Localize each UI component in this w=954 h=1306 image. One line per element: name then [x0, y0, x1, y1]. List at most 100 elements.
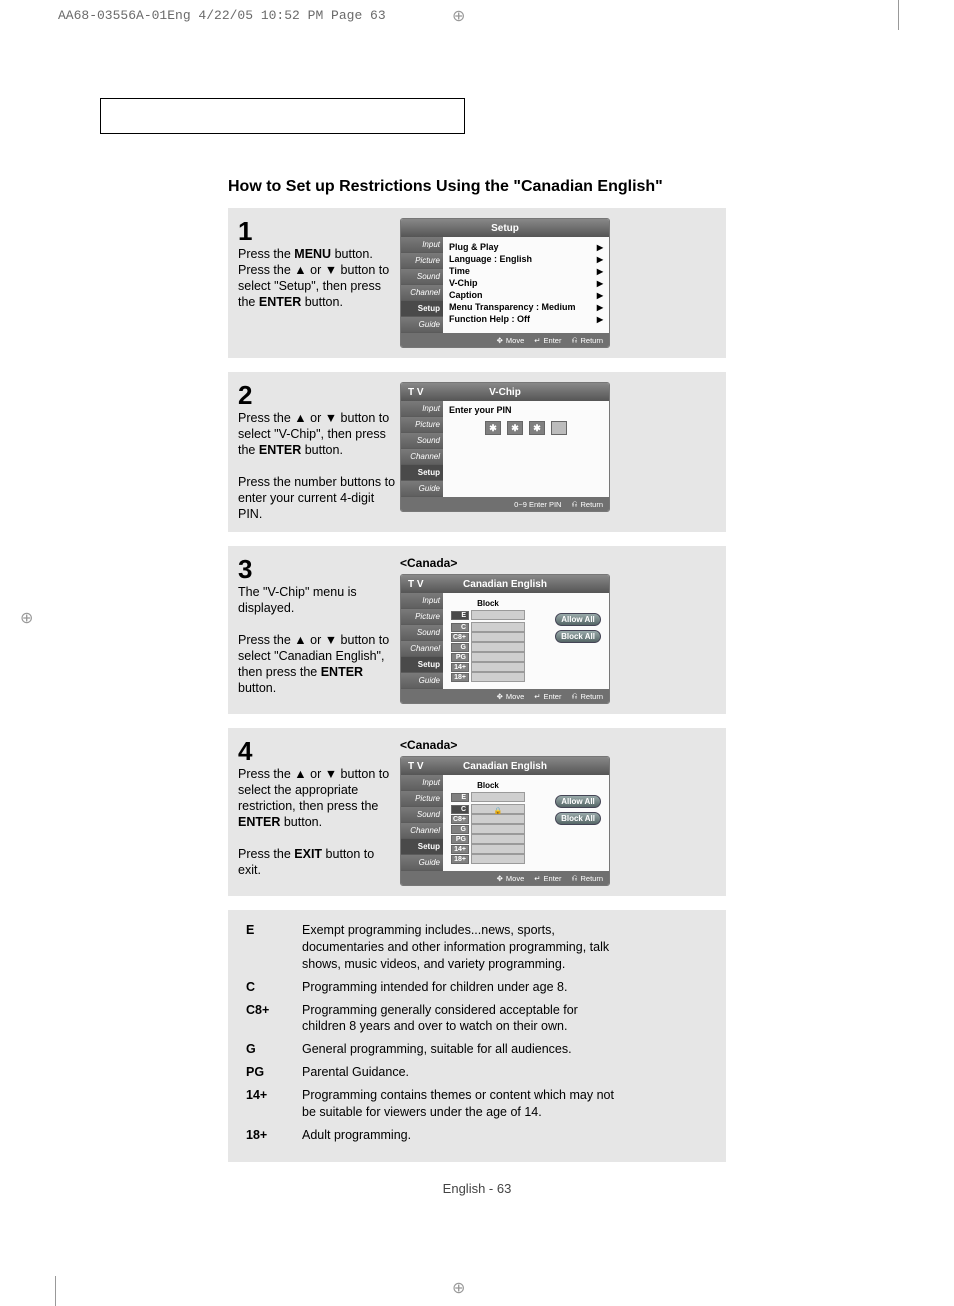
tv-menu-row[interactable]: Plug & Play▶ [449, 241, 603, 253]
tv-body: BlockEC🔒C8+GPG14+18+Allow AllBlock All [443, 775, 609, 871]
rating-label: C8+ [451, 815, 469, 824]
tv-tab-guide[interactable]: Guide [401, 481, 443, 497]
tv-row-label: Function Help : Off [449, 314, 530, 324]
rating-block-cell[interactable] [471, 834, 525, 844]
return-icon: ⎌ [571, 335, 577, 345]
tv-tab-setup[interactable]: Setup [401, 465, 443, 481]
allow-all-button[interactable]: Allow All [555, 795, 601, 808]
tv-footer-hint: ⎌ Return [571, 335, 603, 345]
rating-row-e[interactable]: E [451, 792, 525, 802]
tv-menu-row[interactable]: Caption▶ [449, 289, 603, 301]
rating-row-pg[interactable]: PG [451, 834, 525, 844]
tv-tab-input[interactable]: Input [401, 237, 443, 253]
rating-block-cell[interactable] [471, 824, 525, 834]
rating-label: G [451, 825, 469, 834]
rating-label: C [451, 623, 469, 632]
tv-menu-row[interactable]: Time▶ [449, 265, 603, 277]
chevron-right-icon: ▶ [597, 255, 603, 264]
rating-block-cell[interactable] [471, 610, 525, 620]
rating-block-cell[interactable] [471, 642, 525, 652]
tv-menu-row[interactable]: V-Chip▶ [449, 277, 603, 289]
tv-tab-sound[interactable]: Sound [401, 625, 443, 641]
rating-block-cell[interactable] [471, 814, 525, 824]
tv-menu-row[interactable]: Function Help : Off▶ [449, 313, 603, 325]
glossary-row-e: EExempt programming includes...news, spo… [246, 922, 708, 973]
block-all-button[interactable]: Block All [555, 812, 601, 825]
rating-block-cell[interactable] [471, 672, 525, 682]
pin-input-row[interactable]: ✱ ✱ ✱ [449, 421, 603, 435]
tv-tab-guide[interactable]: Guide [401, 673, 443, 689]
tv-menu-row[interactable]: Menu Transparency : Medium▶ [449, 301, 603, 313]
allow-all-button[interactable]: Allow All [555, 613, 601, 626]
move-icon: ✥ [497, 874, 503, 883]
glossary-key: PG [246, 1064, 302, 1081]
rating-row-g[interactable]: G [451, 824, 525, 834]
pin-digit-box[interactable]: ✱ [485, 421, 501, 435]
tv-wrap: <Canada>Canadian EnglishT VInputPictureS… [400, 738, 718, 886]
rating-row-c[interactable]: C [451, 622, 525, 632]
pin-digit-box[interactable] [551, 421, 567, 435]
tv-tab-channel[interactable]: Channel [401, 641, 443, 657]
tv-wrap: V-ChipT VInputPictureSoundChannelSetupGu… [400, 382, 718, 512]
tv-footer-hint: 0~9 Enter PIN [514, 500, 561, 509]
rating-label: PG [451, 835, 469, 844]
tv-tab-input[interactable]: Input [401, 775, 443, 791]
tv-footer-hint: ⎌ Return [571, 691, 603, 701]
rating-row-14plus[interactable]: 14+ [451, 662, 525, 672]
tv-tab-sound[interactable]: Sound [401, 807, 443, 823]
rating-block-cell[interactable]: 🔒 [471, 804, 525, 814]
tv-titlebar: Canadian EnglishT V [401, 757, 609, 775]
tv-tab-input[interactable]: Input [401, 593, 443, 609]
glossary-key: 18+ [246, 1127, 302, 1144]
pin-digit-box[interactable]: ✱ [529, 421, 545, 435]
tv-tab-channel[interactable]: Channel [401, 449, 443, 465]
tv-wrap: SetupInputPictureSoundChannelSetupGuideP… [400, 218, 718, 348]
crop-mark-top-right [898, 0, 899, 30]
tv-tab-picture[interactable]: Picture [401, 791, 443, 807]
page-footer: English - 63 [0, 1181, 954, 1196]
tv-tab-picture[interactable]: Picture [401, 253, 443, 269]
rating-block-cell[interactable] [471, 844, 525, 854]
tv-tab-picture[interactable]: Picture [401, 609, 443, 625]
tv-body: Block ECC8+GPG14+18+ Allow All Block All [443, 593, 609, 689]
tv-side-tabs: InputPictureSoundChannelSetupGuide [401, 401, 443, 497]
rating-row-18plus[interactable]: 18+ [451, 854, 525, 864]
tv-tab-sound[interactable]: Sound [401, 269, 443, 285]
tv-tab-guide[interactable]: Guide [401, 317, 443, 333]
tv-tab-setup[interactable]: Setup [401, 657, 443, 673]
tv-tab-picture[interactable]: Picture [401, 417, 443, 433]
rating-block-cell[interactable] [471, 792, 525, 802]
rating-row-g[interactable]: G [451, 642, 525, 652]
tv-tab-channel[interactable]: Channel [401, 823, 443, 839]
block-all-button[interactable]: Block All [555, 630, 601, 643]
rating-row-18plus[interactable]: 18+ [451, 672, 525, 682]
tv-tab-setup[interactable]: Setup [401, 301, 443, 317]
block-column-head: Block [451, 599, 525, 608]
rating-row-c[interactable]: C🔒 [451, 804, 525, 814]
tv-row-label: Language : English [449, 254, 532, 264]
rating-row-c8plus[interactable]: C8+ [451, 814, 525, 824]
rating-label: C8+ [451, 633, 469, 642]
rating-row-pg[interactable]: PG [451, 652, 525, 662]
keyword-enter: ENTER [259, 443, 301, 457]
tv-body: Plug & Play▶Language : English ▶Time▶V-Ch… [443, 237, 609, 333]
crop-mark-left-icon: ⊕ [20, 608, 33, 628]
tv-label: T V [408, 761, 424, 772]
rating-block-cell[interactable] [471, 662, 525, 672]
step-number: 4 [238, 738, 396, 764]
tv-tab-sound[interactable]: Sound [401, 433, 443, 449]
tv-tab-channel[interactable]: Channel [401, 285, 443, 301]
tv-menu-row[interactable]: Language : English ▶ [449, 253, 603, 265]
tv-tab-setup[interactable]: Setup [401, 839, 443, 855]
rating-block-cell[interactable] [471, 622, 525, 632]
tv-tab-guide[interactable]: Guide [401, 855, 443, 871]
keyword-menu: MENU [294, 247, 331, 261]
rating-row-e[interactable]: E [451, 610, 525, 620]
rating-block-cell[interactable] [471, 854, 525, 864]
tv-tab-input[interactable]: Input [401, 401, 443, 417]
rating-block-cell[interactable] [471, 652, 525, 662]
rating-row-14plus[interactable]: 14+ [451, 844, 525, 854]
rating-block-cell[interactable] [471, 632, 525, 642]
pin-digit-box[interactable]: ✱ [507, 421, 523, 435]
rating-row-c8plus[interactable]: C8+ [451, 632, 525, 642]
